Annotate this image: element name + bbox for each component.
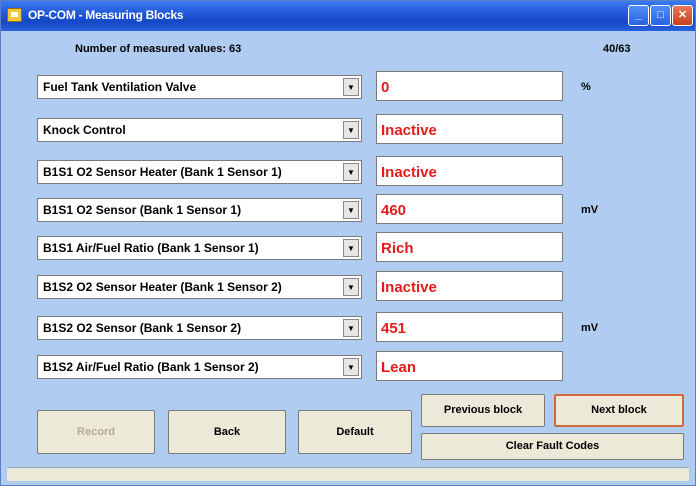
measuring-row: B1S2 O2 Sensor (Bank 1 Sensor 2) ▼ 451 m… (1, 312, 696, 342)
parameter-label: Fuel Tank Ventilation Valve (43, 80, 197, 94)
value-field: 0 (376, 71, 563, 101)
measured-values-count: Number of measured values: 63 (75, 43, 242, 55)
default-button[interactable]: Default (298, 410, 412, 454)
app-icon (7, 8, 22, 22)
close-button[interactable]: ✕ (672, 5, 693, 26)
parameter-label: B1S1 O2 Sensor Heater (Bank 1 Sensor 1) (43, 165, 282, 179)
value-text: 460 (381, 202, 407, 219)
measuring-row: B1S1 O2 Sensor (Bank 1 Sensor 1) ▼ 460 m… (1, 194, 696, 224)
chevron-down-icon[interactable]: ▼ (343, 278, 359, 296)
measuring-row: B1S1 O2 Sensor Heater (Bank 1 Sensor 1) … (1, 156, 696, 186)
chevron-down-icon[interactable]: ▼ (343, 239, 359, 257)
record-button[interactable]: Record (37, 410, 155, 454)
value-text: 451 (381, 320, 407, 337)
unit-label: % (581, 81, 591, 93)
value-field: 460 (376, 194, 563, 224)
chevron-down-icon[interactable]: ▼ (343, 358, 359, 376)
parameter-label: B1S2 O2 Sensor Heater (Bank 1 Sensor 2) (43, 280, 282, 294)
value-field: Rich (376, 232, 563, 262)
measuring-blocks-window: OP-COM - Measuring Blocks _ □ ✕ Number o… (0, 0, 696, 486)
parameter-label: Knock Control (43, 123, 126, 137)
chevron-down-icon[interactable]: ▼ (343, 121, 359, 139)
value-field: Lean (376, 351, 563, 381)
parameter-dropdown[interactable]: B1S1 Air/Fuel Ratio (Bank 1 Sensor 1) ▼ (37, 236, 362, 260)
measuring-row: B1S2 Air/Fuel Ratio (Bank 1 Sensor 2) ▼ … (1, 351, 696, 381)
parameter-dropdown[interactable]: B1S1 O2 Sensor Heater (Bank 1 Sensor 1) … (37, 160, 362, 184)
parameter-dropdown[interactable]: B1S2 Air/Fuel Ratio (Bank 1 Sensor 2) ▼ (37, 355, 362, 379)
parameter-dropdown[interactable]: B1S2 O2 Sensor (Bank 1 Sensor 2) ▼ (37, 316, 362, 340)
parameter-dropdown[interactable]: Fuel Tank Ventilation Valve ▼ (37, 75, 362, 99)
window-title: OP-COM - Measuring Blocks (28, 8, 184, 22)
measuring-row: Knock Control ▼ Inactive (1, 114, 696, 144)
value-field: Inactive (376, 156, 563, 186)
clear-fault-codes-button[interactable]: Clear Fault Codes (421, 433, 684, 460)
title-bar[interactable]: OP-COM - Measuring Blocks _ □ ✕ (1, 1, 695, 31)
value-field: Inactive (376, 114, 563, 144)
measuring-row: Fuel Tank Ventilation Valve ▼ 0 % (1, 71, 696, 101)
parameter-dropdown[interactable]: B1S2 O2 Sensor Heater (Bank 1 Sensor 2) … (37, 275, 362, 299)
chevron-down-icon[interactable]: ▼ (343, 201, 359, 219)
previous-block-button[interactable]: Previous block (421, 394, 545, 427)
maximize-button[interactable]: □ (650, 5, 671, 26)
value-text: Inactive (381, 164, 437, 181)
value-text: Inactive (381, 279, 437, 296)
chevron-down-icon[interactable]: ▼ (343, 163, 359, 181)
value-field: Inactive (376, 271, 563, 301)
minimize-button[interactable]: _ (628, 5, 649, 26)
page-indicator: 40/63 (603, 43, 631, 55)
next-block-button[interactable]: Next block (554, 394, 684, 427)
value-text: Rich (381, 240, 414, 257)
parameter-dropdown[interactable]: B1S1 O2 Sensor (Bank 1 Sensor 1) ▼ (37, 198, 362, 222)
unit-label: mV (581, 322, 599, 334)
chevron-down-icon[interactable]: ▼ (343, 319, 359, 337)
measuring-row: B1S2 O2 Sensor Heater (Bank 1 Sensor 2) … (1, 271, 696, 301)
chevron-down-icon[interactable]: ▼ (343, 78, 359, 96)
value-text: Inactive (381, 122, 437, 139)
unit-label: mV (581, 204, 599, 216)
parameter-label: B1S1 Air/Fuel Ratio (Bank 1 Sensor 1) (43, 241, 259, 255)
parameter-label: B1S2 O2 Sensor (Bank 1 Sensor 2) (43, 321, 242, 335)
parameter-dropdown[interactable]: Knock Control ▼ (37, 118, 362, 142)
value-field: 451 (376, 312, 563, 342)
status-bar (7, 467, 689, 481)
measuring-row: B1S1 Air/Fuel Ratio (Bank 1 Sensor 1) ▼ … (1, 232, 696, 262)
parameter-label: B1S2 Air/Fuel Ratio (Bank 1 Sensor 2) (43, 360, 259, 374)
parameter-label: B1S1 O2 Sensor (Bank 1 Sensor 1) (43, 203, 242, 217)
value-text: 0 (381, 79, 390, 96)
back-button[interactable]: Back (168, 410, 286, 454)
value-text: Lean (381, 359, 417, 376)
